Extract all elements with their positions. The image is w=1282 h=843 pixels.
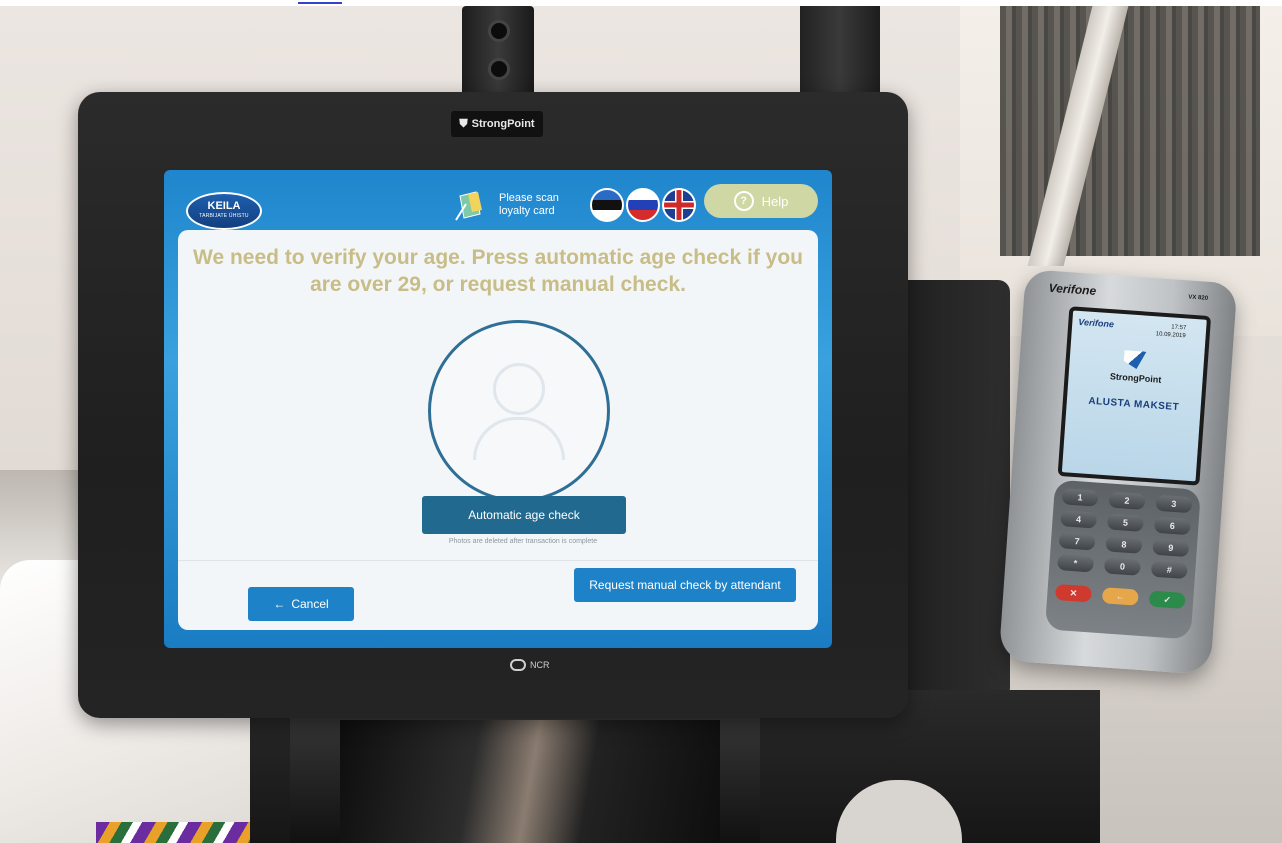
request-manual-check-button[interactable]: Request manual check by attendant	[574, 568, 796, 602]
key-1[interactable]: 1	[1061, 488, 1099, 507]
strongpoint-logo: ⛊ StrongPoint	[451, 111, 543, 137]
brand-plate-text: StrongPoint	[471, 118, 535, 130]
key-2[interactable]: 2	[1108, 491, 1146, 510]
ncr-text: NCR	[530, 660, 550, 670]
shield-icon: ⛊	[459, 117, 468, 130]
key-9[interactable]: 9	[1152, 538, 1190, 558]
person-icon-body	[473, 417, 565, 460]
cancel-label: Cancel	[291, 597, 329, 611]
key-7[interactable]: 7	[1058, 532, 1096, 551]
bag-stripes	[96, 822, 266, 843]
camera-preview-avatar	[428, 320, 610, 502]
english-flag-button[interactable]	[662, 188, 696, 222]
cancel-button[interactable]: ← Cancel	[248, 587, 354, 621]
camera-icon	[488, 20, 510, 42]
terminal-model: VX 820	[1188, 294, 1209, 302]
terminal-message: ALUSTA MAKSET	[1087, 395, 1180, 414]
terminal-date: 10.09.2019	[1155, 331, 1186, 340]
kiosk-photo: ⛊ StrongPoint NCR KEILA TARBIJATE ÜHISTU…	[0, 0, 1282, 843]
estonian-flag-button[interactable]	[590, 188, 624, 222]
payment-terminal: Verifone VX 820 Verifone 17:57 10.09.201…	[998, 269, 1238, 675]
person-icon	[493, 363, 545, 415]
terminal-datetime: 17:57 10.09.2019	[1155, 322, 1186, 340]
ncr-logo: NCR	[510, 658, 570, 672]
terminal-logo-text: StrongPoint	[1109, 371, 1162, 385]
terminal-screen-brand: Verifone	[1078, 316, 1115, 330]
strongpoint-logo-icon	[1123, 350, 1146, 369]
clear-key[interactable]: ←	[1101, 587, 1139, 606]
terminal-keypad: 1 2 3 4 5 6 7 8 9 * 0 # ✕ ← ✓	[1044, 479, 1201, 640]
key-8[interactable]: 8	[1105, 535, 1143, 554]
ncr-icon	[510, 659, 526, 671]
key-3[interactable]: 3	[1155, 494, 1193, 514]
key-5[interactable]: 5	[1106, 513, 1144, 532]
store-logo-name: KEILA	[207, 200, 241, 212]
photo-deletion-note: Photos are deleted after transaction is …	[448, 538, 598, 545]
store-logo: KEILA TARBIJATE ÜHISTU	[186, 192, 262, 230]
terminal-screen: Verifone 17:57 10.09.2019 StrongPoint AL…	[1057, 306, 1212, 486]
key-hash[interactable]: #	[1150, 560, 1188, 580]
automatic-age-check-button[interactable]: Automatic age check	[422, 496, 626, 534]
terminal-brand: Verifone	[1048, 280, 1097, 299]
scanner-glass	[340, 720, 720, 843]
help-label: Help	[761, 193, 789, 209]
divider	[178, 560, 818, 561]
caption-link	[298, 0, 342, 4]
kiosk-screen: KEILA TARBIJATE ÜHISTU Please scan loyal…	[164, 170, 832, 648]
cancel-key[interactable]: ✕	[1054, 583, 1092, 603]
key-4[interactable]: 4	[1060, 510, 1098, 529]
store-logo-tagline: TARBIJATE ÜHISTU	[199, 213, 249, 219]
help-button[interactable]: ? Help	[704, 184, 818, 218]
key-0[interactable]: 0	[1103, 557, 1141, 576]
arrow-left-icon: ←	[273, 597, 286, 611]
age-check-heading: We need to verify your age. Press automa…	[193, 246, 803, 296]
loyalty-card-scan-icon	[455, 191, 482, 221]
help-icon: ?	[733, 191, 754, 211]
camera-pole	[462, 6, 534, 106]
russian-flag-button[interactable]	[626, 188, 660, 222]
camera-icon	[488, 58, 510, 80]
key-6[interactable]: 6	[1153, 516, 1191, 536]
enter-key[interactable]: ✓	[1148, 590, 1186, 609]
key-star[interactable]: *	[1057, 554, 1095, 573]
loyalty-prompt: Please scan loyalty card	[499, 192, 559, 217]
screen-header: KEILA TARBIJATE ÜHISTU Please scan loyal…	[164, 170, 832, 232]
